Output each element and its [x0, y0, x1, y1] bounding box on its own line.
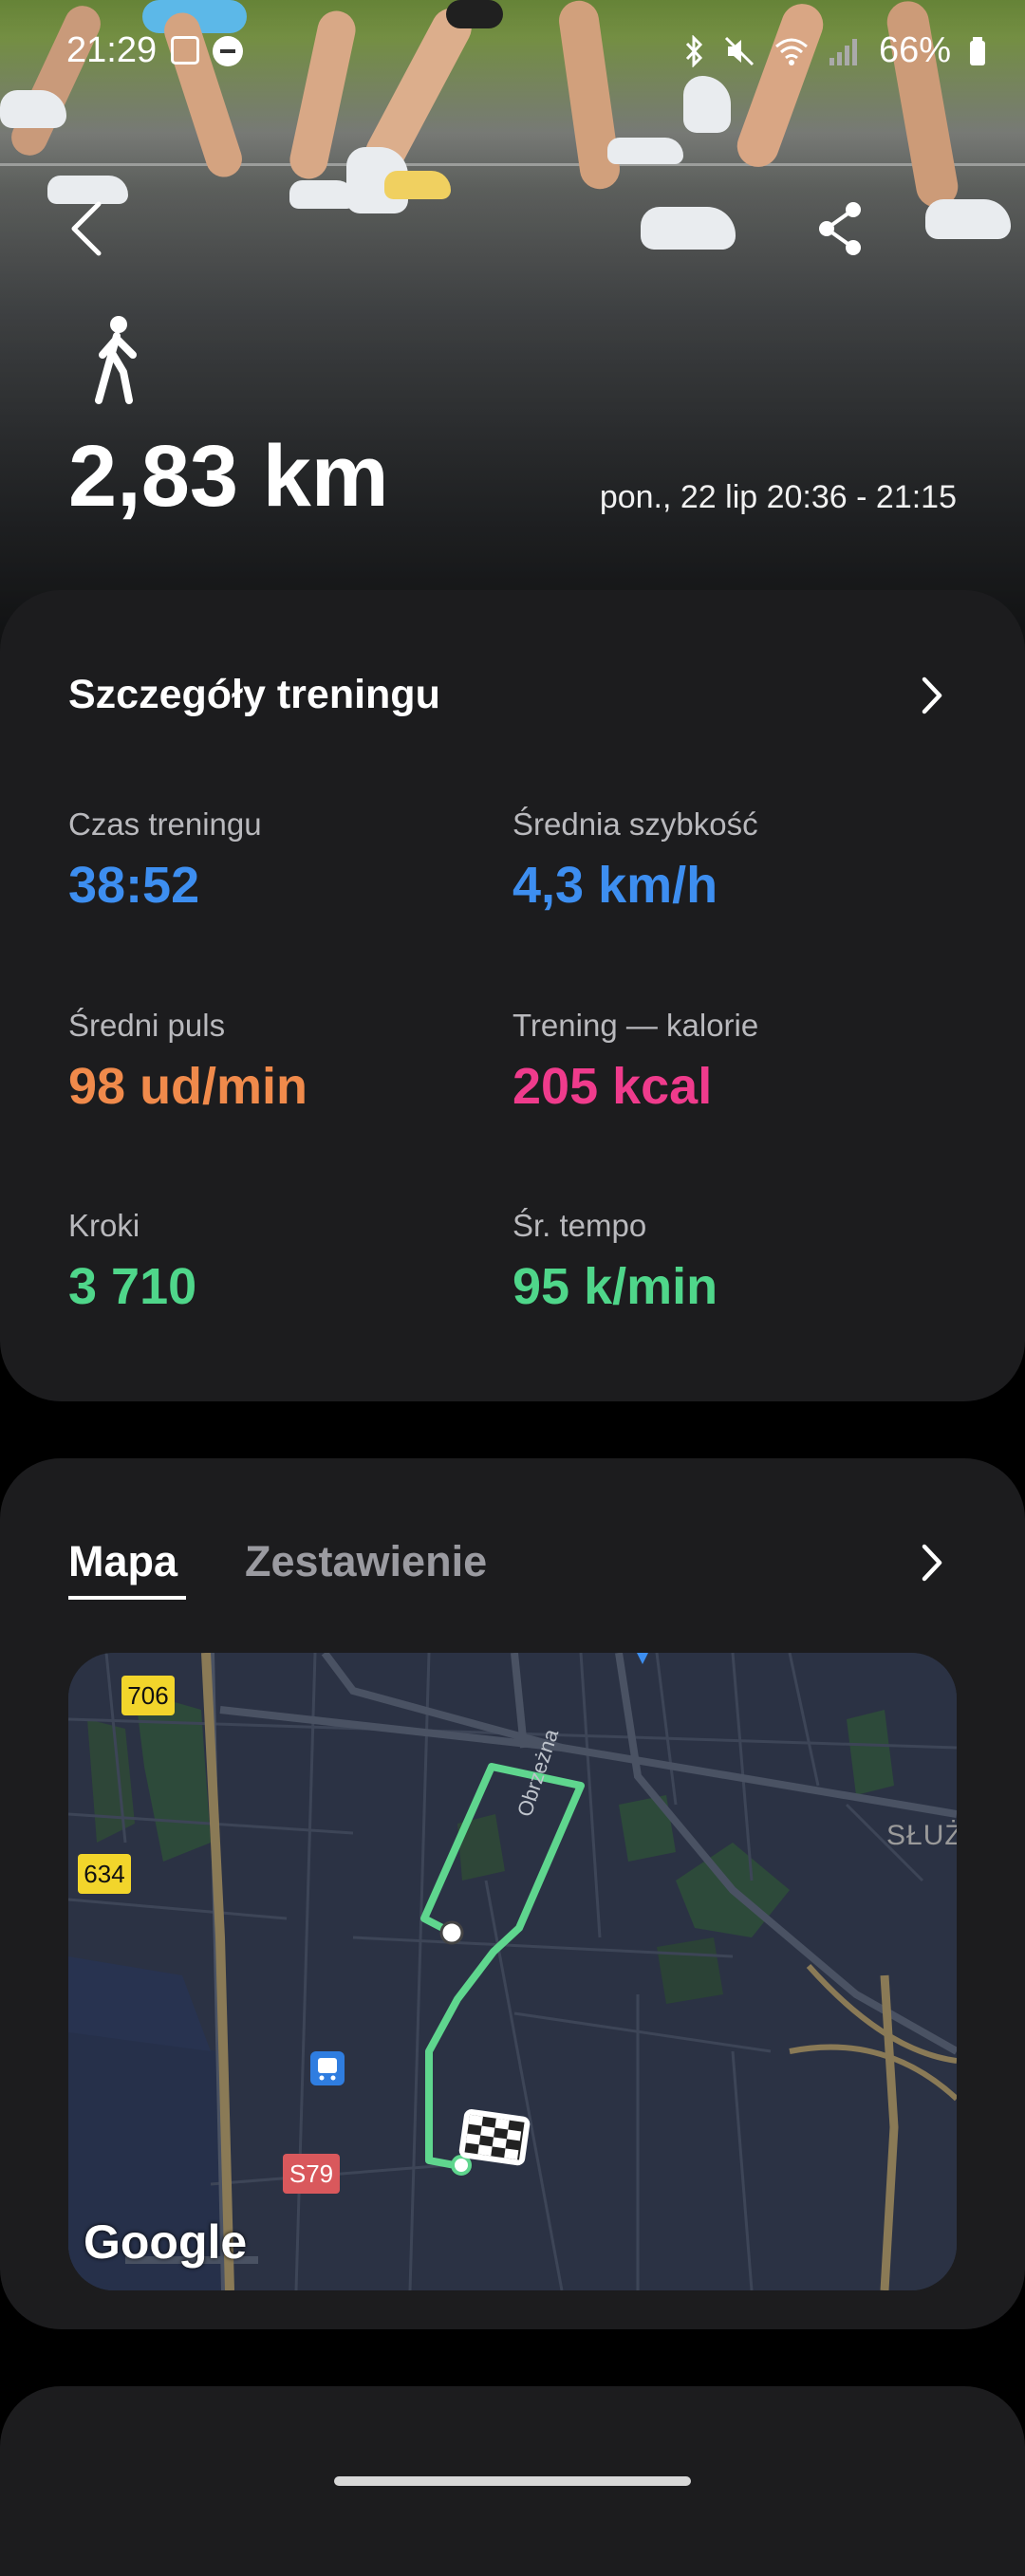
bluetooth-icon [685, 34, 703, 67]
workout-distance: 2,83 km [68, 428, 389, 525]
running-shoe [607, 138, 683, 164]
chevron-right-icon [922, 1544, 942, 1582]
tab-active-indicator [68, 1596, 186, 1600]
stat-value-avg-speed: 4,3 km/h [512, 857, 718, 914]
back-button[interactable] [57, 195, 114, 261]
battery-icon [970, 36, 985, 65]
details-chevron-button[interactable] [913, 672, 951, 719]
tab-summary[interactable]: Zestawienie [245, 1537, 487, 1586]
road-line [0, 163, 1025, 166]
details-title: Szczegóły treningu [68, 672, 440, 717]
stat-value-steps: 3 710 [68, 1258, 197, 1315]
home-gesture-bar[interactable] [334, 2476, 691, 2486]
finish-flag-icon [458, 2109, 531, 2166]
google-logo: Google [84, 2215, 248, 2269]
stat-label-avg-heart-rate: Średni puls [68, 1008, 226, 1043]
share-icon [819, 202, 861, 255]
park-area [619, 1795, 676, 1862]
route-start-marker [439, 1920, 464, 1945]
road-badge-706: 706 [121, 1676, 175, 1715]
stat-label-avg-speed: Średnia szybkość [512, 806, 758, 842]
status-bar: 21:29 66% [0, 0, 1025, 109]
running-shoe [384, 171, 451, 199]
route-map[interactable]: 706 634 S79 Obrzeżna SŁUŻ Google [68, 1653, 957, 2290]
train-station-icon [310, 2051, 345, 2085]
stat-label-calories: Trening — kalorie [512, 1008, 759, 1043]
running-shoe [925, 199, 1011, 239]
district-label: SŁUŻ [886, 1820, 957, 1851]
workout-datetime: pon., 22 lip 20:36 - 21:15 [599, 479, 957, 515]
do-not-disturb-icon [213, 36, 243, 66]
walking-person-icon [85, 313, 152, 408]
mute-icon [724, 36, 754, 65]
tab-map[interactable]: Mapa [68, 1537, 177, 1586]
status-time: 21:29 [66, 30, 158, 70]
stat-value-duration: 38:52 [68, 857, 200, 914]
stat-label-duration: Czas treningu [68, 806, 262, 842]
park-area [657, 1937, 723, 2004]
stat-value-avg-heart-rate: 98 ud/min [68, 1058, 308, 1115]
stat-label-steps: Kroki [68, 1208, 140, 1243]
status-right: 66% [683, 30, 987, 71]
battery-percent: 66% [878, 30, 951, 70]
signal-icon [829, 38, 857, 65]
stat-value-cadence: 95 k/min [512, 1258, 718, 1315]
route-end-marker [451, 2155, 472, 2176]
chevron-right-icon [922, 676, 942, 714]
map-svg [68, 1653, 957, 2290]
running-shoe [641, 207, 736, 250]
map-chevron-button[interactable] [913, 1539, 951, 1586]
share-button[interactable] [811, 195, 868, 261]
chevron-left-icon [71, 201, 102, 256]
road-badge-s79: S79 [283, 2154, 340, 2194]
notification-icons [171, 36, 243, 66]
wifi-icon [774, 38, 808, 65]
stat-value-calories: 205 kcal [512, 1058, 713, 1115]
road-badge-634: 634 [78, 1854, 131, 1894]
gallery-icon [171, 36, 199, 65]
stat-label-cadence: Śr. tempo [512, 1208, 647, 1243]
